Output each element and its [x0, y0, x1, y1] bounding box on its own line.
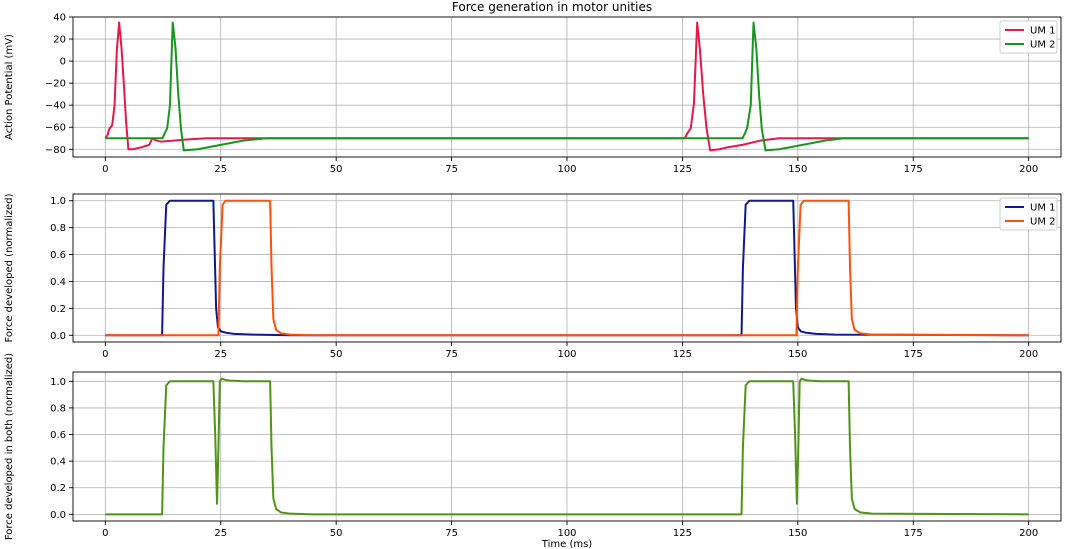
y-tick-label: −80 [45, 145, 66, 156]
x-tick-label: 0 [102, 528, 108, 539]
y-tick-label: 0 [60, 57, 66, 68]
y-tick-label: 40 [53, 13, 66, 24]
y-tick-label: 0.6 [50, 250, 66, 261]
x-axis-label: Time (ms) [541, 539, 593, 549]
x-tick-label: 175 [904, 528, 923, 539]
subplot-force-both: 0 25 50 75 100 125 150 175 200 0.0 0.2 0.4 0.6 0.8 1.0… [4, 353, 1062, 549]
x-tick-label: 0 [102, 349, 108, 360]
y-axis-label: Action Potential (mV) [4, 34, 15, 140]
legend-label: UM 1 [1030, 203, 1056, 214]
figure: Force generation in motor unities 0 25 50 7… [4, 0, 1062, 549]
subplots: 0 25 50 75 100 125 150 175 200 −80 −60 −40 −20 0 20 40 A… [4, 13, 1062, 549]
y-tick-label: 0.2 [50, 483, 66, 494]
y-tick-label: −20 [45, 79, 66, 90]
legend-label: UM 2 [1030, 40, 1056, 51]
x-tick-label: 200 [1019, 349, 1038, 360]
y-tick-label: 0.4 [50, 457, 66, 468]
subplot-force-each: 0 25 50 75 100 125 150 175 200 0.0 0.2 0.4 0.6 0.8 1.0… [4, 193, 1062, 360]
x-tick-label: 150 [788, 528, 807, 539]
x-tick-label: 75 [445, 164, 458, 175]
x-tick-label: 25 [214, 164, 227, 175]
x-tick-label: 50 [330, 528, 343, 539]
figure-title: Force generation in motor unities [452, 0, 652, 14]
y-tick-label: 0.6 [50, 430, 66, 441]
legend-label: UM 1 [1030, 26, 1056, 37]
x-tick-label: 100 [557, 164, 576, 175]
x-tick-label: 200 [1019, 528, 1038, 539]
y-tick-label: 0.4 [50, 277, 66, 288]
x-tick-label: 125 [673, 164, 692, 175]
x-tick-label: 175 [904, 349, 923, 360]
x-tick-label: 200 [1019, 164, 1038, 175]
y-axis-label: Force developed in both (normalized) [4, 353, 15, 540]
x-tick-label: 50 [330, 164, 343, 175]
legend: UM 1 UM 2 [999, 197, 1058, 231]
y-tick-label: 0.2 [50, 304, 66, 315]
x-tick-label: 100 [557, 349, 576, 360]
x-tick-label: 0 [102, 164, 108, 175]
x-tick-label: 150 [788, 164, 807, 175]
legend: UM 1 UM 2 [999, 20, 1058, 54]
subplot-action-potential: 0 25 50 75 100 125 150 175 200 −80 −60 −40 −20 0 20 40 A… [4, 13, 1062, 175]
x-tick-label: 100 [557, 528, 576, 539]
x-tick-label: 75 [445, 528, 458, 539]
y-tick-label: 0.8 [50, 403, 66, 414]
x-tick-label: 25 [214, 349, 227, 360]
legend-label: UM 2 [1030, 217, 1056, 228]
x-tick-label: 125 [673, 349, 692, 360]
x-tick-label: 25 [214, 528, 227, 539]
x-tick-label: 50 [330, 349, 343, 360]
y-tick-label: −60 [45, 123, 66, 134]
y-tick-label: 0.0 [50, 331, 66, 342]
y-tick-label: 1.0 [50, 196, 66, 207]
y-tick-label: 0.8 [50, 223, 66, 234]
x-tick-label: 75 [445, 349, 458, 360]
y-tick-label: 0.0 [50, 510, 66, 521]
y-tick-label: −40 [45, 101, 66, 112]
x-tick-label: 150 [788, 349, 807, 360]
y-tick-label: 1.0 [50, 377, 66, 388]
x-tick-label: 125 [673, 528, 692, 539]
x-tick-label: 175 [904, 164, 923, 175]
y-axis-label: Force developed (normalized) [4, 193, 15, 342]
y-tick-label: 20 [53, 35, 66, 46]
